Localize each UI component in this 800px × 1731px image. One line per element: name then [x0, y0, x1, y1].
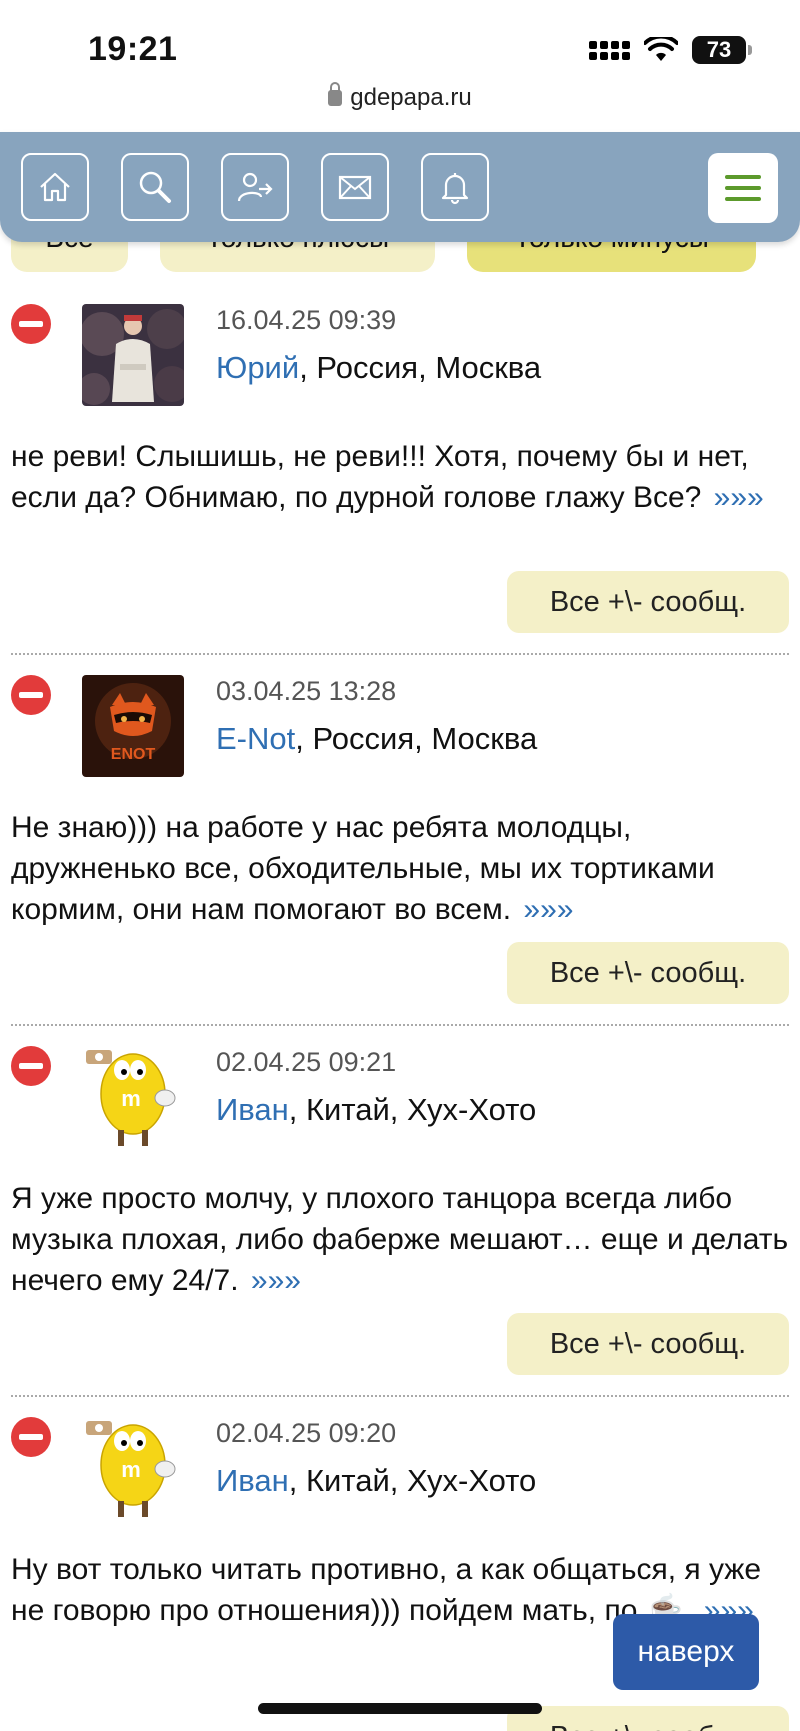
- post-author-line: Иван, Китай, Хух-Хото: [216, 1463, 536, 1499]
- home-indicator[interactable]: [258, 1703, 542, 1714]
- minus-icon: [11, 675, 51, 715]
- post: 16.04.25 09:39 Юрий, Россия, Москва не р…: [0, 0, 800, 655]
- all-messages-button[interactable]: Все +\- сообщ.: [507, 1706, 789, 1731]
- post-date: 03.04.25 13:28: [216, 676, 397, 706]
- post-date: 02.04.25 09:20: [216, 1418, 397, 1448]
- svg-text:m: m: [121, 1457, 141, 1482]
- svg-text:m: m: [121, 1086, 141, 1111]
- scroll-to-top-button[interactable]: наверх: [613, 1614, 759, 1690]
- post-date: 02.04.25 09:21: [216, 1047, 397, 1077]
- minus-icon: [11, 1417, 51, 1457]
- author-link[interactable]: Иван: [216, 1463, 289, 1498]
- post-date: 16.04.25 09:39: [216, 305, 397, 335]
- author-location: , Китай, Хух-Хото: [288, 1463, 537, 1498]
- post: m 02.04.25 09:21 Иван, Китай, Хух-Хото Я…: [0, 742, 800, 1397]
- avatar[interactable]: m: [82, 1417, 184, 1519]
- minus-icon: [11, 304, 51, 344]
- post: ENOT 03.04.25 13:28 E-Not, Россия, Москв…: [0, 371, 800, 1026]
- minus-icon: [11, 1046, 51, 1086]
